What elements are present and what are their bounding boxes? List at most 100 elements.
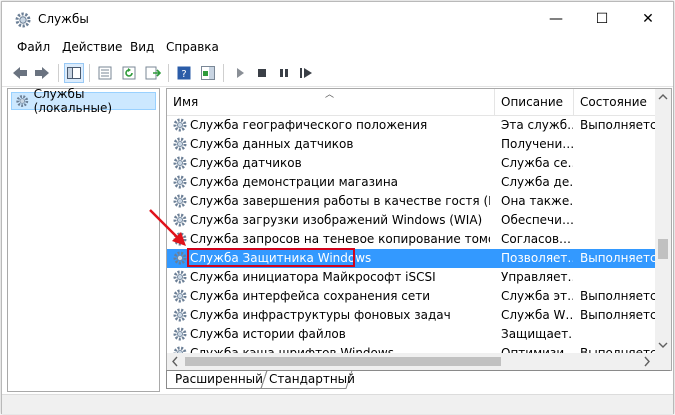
title-bar[interactable]: Службы — ☐ ✕ [2,2,673,36]
service-name-cell: Служба инфраструктуры фоновых задач [190,308,451,322]
view-tabs: Расширенный Стандартный [166,370,670,390]
table-row[interactable]: Служба инициатора Майкрософт iSCSI Управл… [167,268,655,287]
service-gear-icon [172,269,188,285]
table-row[interactable]: Служба данных датчиков Получени… [167,135,655,154]
table-row[interactable]: Служба интерфейса сохранения сети Служба … [167,287,655,306]
services-window: Службы — ☐ ✕ Файл Действие Вид Справка ?… [1,1,674,414]
menu-view[interactable]: Вид [130,40,154,54]
service-gear-icon [172,326,188,342]
menu-action[interactable]: Действие [62,40,122,54]
show-action-pane-icon[interactable] [198,63,218,83]
service-gear-icon [172,174,188,190]
show-hide-console-tree-icon[interactable] [64,63,84,83]
toolbar-separator [58,64,59,82]
service-description-cell: Служба W… [501,308,573,322]
tree-node-services-local[interactable]: Службы (локальные) [11,87,156,115]
service-name-cell: Служба географического положения [190,118,428,132]
table-row[interactable]: Служба датчиков Служба се… [167,154,655,173]
service-name-cell: Служба истории файлов [190,327,346,341]
vertical-scroll-thumb[interactable] [658,239,668,259]
menu-file[interactable]: Файл [17,40,50,54]
table-row[interactable]: Служба запросов на теневое копирование т… [167,230,655,249]
svg-text:?: ? [181,69,186,80]
service-description-cell: Эта служб… [501,118,573,132]
close-button[interactable]: ✕ [625,2,671,36]
service-description-cell: Согласов… [501,232,572,246]
column-header-description[interactable]: Описание [495,89,574,115]
menu-help[interactable]: Справка [166,40,219,54]
window-title: Службы [38,12,89,26]
service-status-cell [580,154,655,173]
highlight-box [187,248,355,267]
service-name-cell: Служба загрузки изображений Windows (WIA… [190,213,483,227]
table-row[interactable]: Служба географического положения Эта служ… [167,116,655,135]
scroll-down-arrow-icon[interactable] [655,337,671,353]
service-status-cell: Выполняется [580,308,655,322]
horizontal-scrollbar[interactable] [167,353,655,370]
table-row[interactable]: Служба демонстрации магазина Служба де… [167,173,655,192]
scrollbar-corner [655,353,671,370]
service-status-cell [580,173,655,192]
table-row[interactable]: Служба истории файлов Защищает… [167,325,655,344]
stop-service-icon[interactable] [252,63,272,83]
scroll-right-arrow-icon[interactable] [639,353,655,370]
service-name-cell: Служба демонстрации магазина [190,175,399,189]
service-description-cell: Служба се… [501,156,573,170]
maximize-button[interactable]: ☐ [579,2,625,36]
service-status-cell: Выполняется [580,251,655,265]
table-row[interactable]: Служба загрузки изображений Windows (WIA… [167,211,655,230]
forward-arrow-icon[interactable] [32,63,52,83]
tree-node-label: Службы (локальные) [33,87,113,115]
help-icon[interactable]: ? [174,63,194,83]
service-description-cell: Обеспечи… [501,213,573,227]
column-header-row: ︿ Имя Описание Состояние [167,89,655,116]
services-gear-icon [15,12,31,28]
scroll-up-arrow-icon[interactable] [655,89,671,105]
service-status-cell: Выполняется [580,289,655,303]
vertical-scrollbar[interactable] [655,89,671,353]
service-status-cell [580,192,655,211]
tab-extended[interactable]: Расширенный [175,370,263,389]
properties-icon[interactable] [95,63,115,83]
horizontal-scroll-thumb[interactable] [185,357,501,366]
annotation-arrow [149,209,186,246]
table-row[interactable]: Служба завершения работы в качестве гост… [167,192,655,211]
service-status-cell [580,230,655,249]
column-header-name[interactable]: Имя [167,89,495,115]
back-arrow-icon[interactable] [10,63,30,83]
service-name-cell: Служба датчиков [190,156,302,170]
toolbar-separator [89,64,90,82]
table-row[interactable]: Служба инфраструктуры фоновых задач Служб… [167,306,655,325]
service-description-cell: Служба де… [501,175,573,189]
toolbar: ? [2,60,673,87]
service-description-cell: Позволяет… [501,251,573,265]
service-name-cell: Служба интерфейса сохранения сети [190,289,431,303]
service-status-cell [580,211,655,230]
pause-service-icon[interactable] [274,63,294,83]
service-status-cell [580,325,655,344]
service-gear-icon [172,117,188,133]
service-name-cell: Служба данных датчиков [190,137,354,151]
service-name-cell: Служба запросов на теневое копирование т… [190,232,490,246]
toolbar-separator [168,64,169,82]
refresh-icon[interactable] [119,63,139,83]
table-row-selected[interactable]: Служба Защитника Windows Позволяет… Выполн… [167,248,655,268]
console-tree: Службы (локальные) [7,87,160,392]
service-name-cell: Служба завершения работы в качестве гост… [190,194,490,208]
service-description-cell: Управляет… [501,270,573,284]
start-service-icon[interactable] [230,63,250,83]
tab-standard[interactable]: Стандартный [269,370,355,389]
service-gear-icon [172,136,188,152]
toolbar-separator [223,64,224,82]
service-description-cell: Защищает… [501,327,573,341]
services-gear-icon [16,95,29,107]
export-list-icon[interactable] [143,63,163,83]
service-status-cell [580,135,655,154]
restart-service-icon[interactable] [296,63,316,83]
scroll-left-arrow-icon[interactable] [167,353,183,370]
service-gear-icon [172,307,188,323]
service-description-cell: Получени… [501,137,573,151]
service-description-cell: Служба эт… [501,289,573,303]
column-header-status[interactable]: Состояние [574,89,655,115]
minimize-button[interactable]: — [533,2,579,36]
